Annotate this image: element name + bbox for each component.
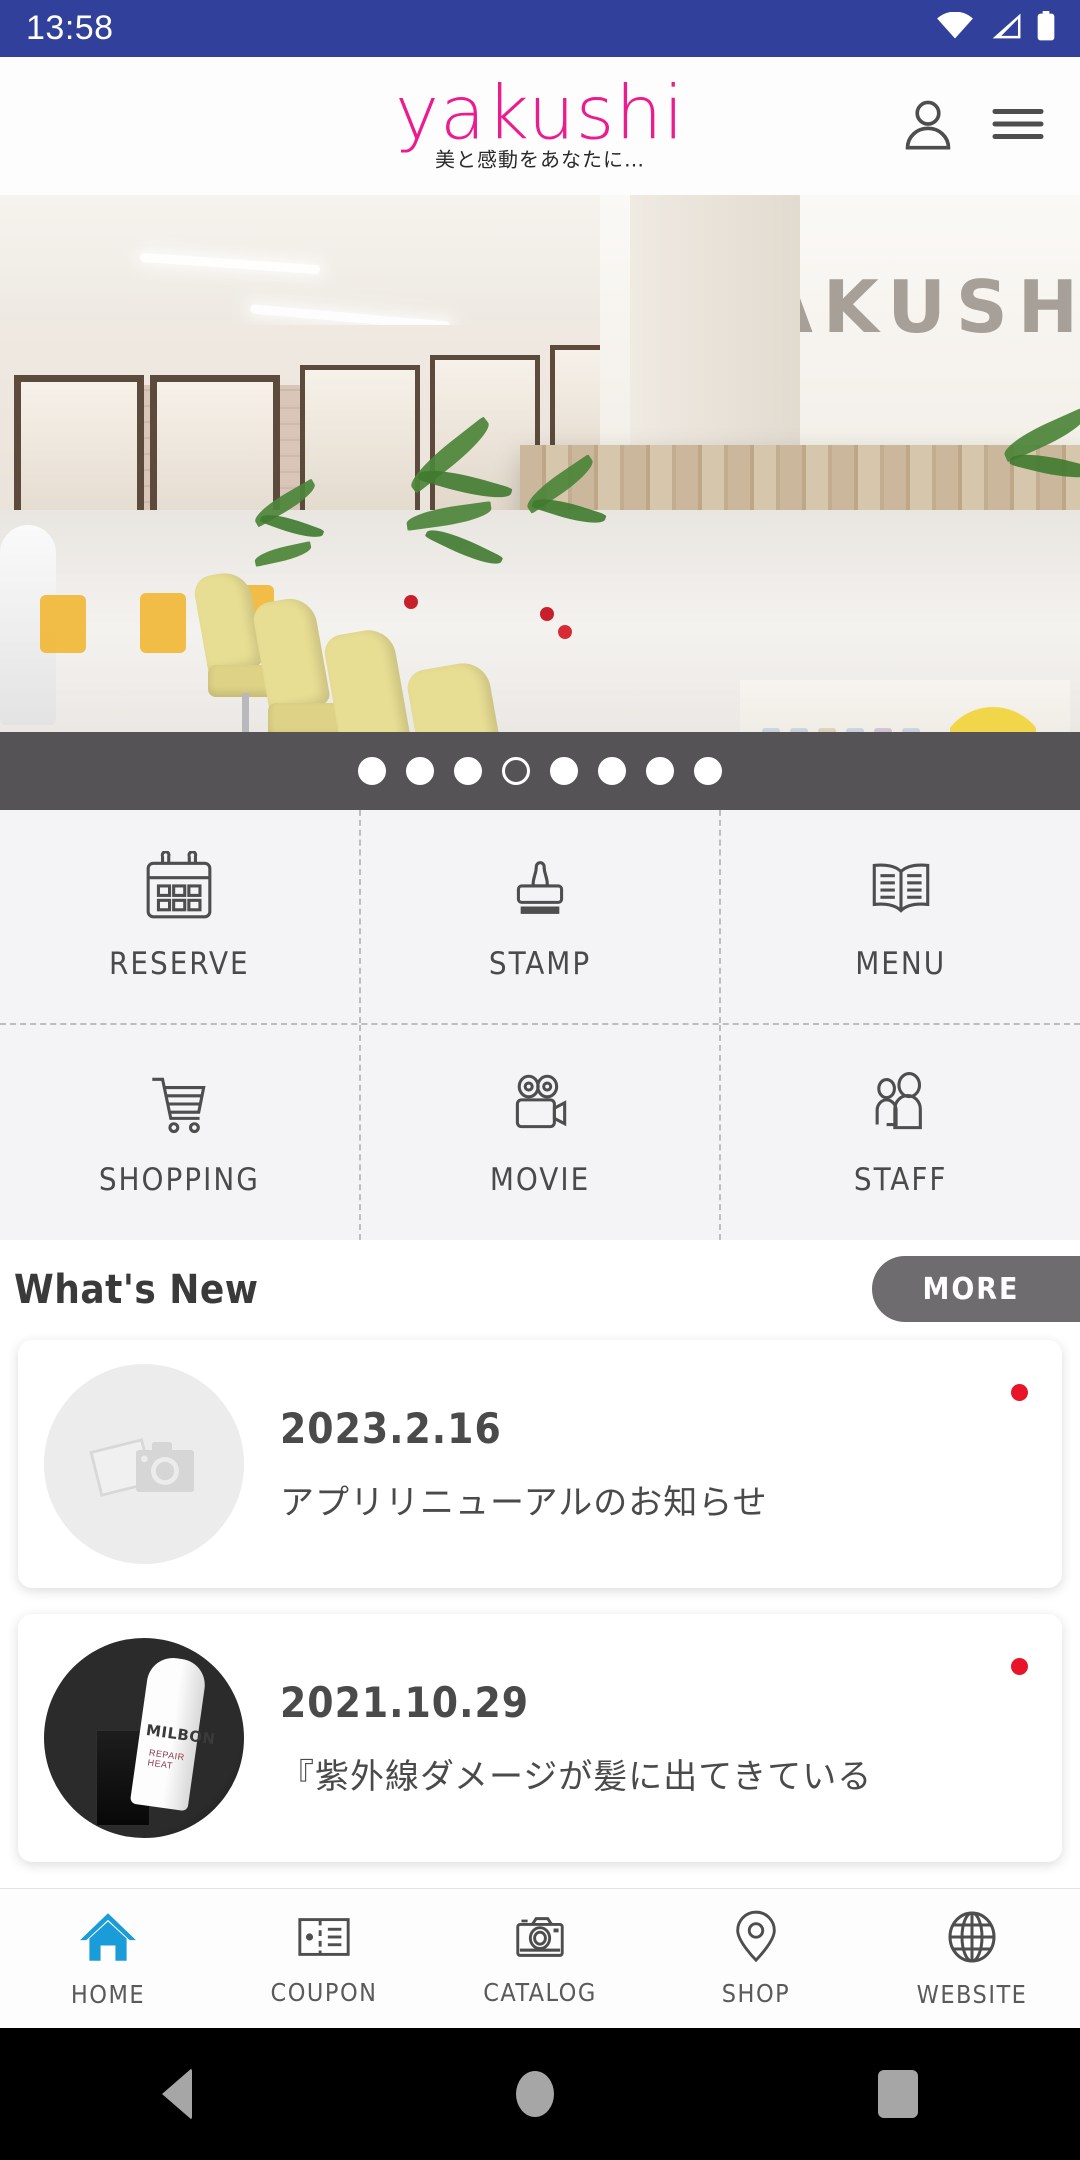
news-thumbnail xyxy=(44,1364,244,1564)
news-date: 2023.2.16 xyxy=(280,1404,502,1453)
nav-item-coupon[interactable]: COUPON xyxy=(216,1911,432,2007)
section-title: What's New xyxy=(14,1267,259,1313)
product-tube: MILBON REPAIR HEAT xyxy=(129,1654,217,1812)
hamburger-menu-icon[interactable] xyxy=(990,101,1046,152)
news-body: 2023.2.16 アプリリニューアルのお知らせ xyxy=(244,1404,768,1524)
whats-new-header: What's New MORE xyxy=(0,1240,1080,1340)
news-date: 2021.10.29 xyxy=(280,1678,530,1727)
app-header: yakushi 美と感動をあなたに… xyxy=(0,57,1080,195)
wifi-icon xyxy=(936,11,974,45)
home-circle-icon[interactable] xyxy=(516,2071,554,2117)
nav-label: SHOP xyxy=(721,1978,791,2008)
unread-indicator-dot xyxy=(1011,1658,1028,1675)
product-brand: MILBON xyxy=(144,1720,217,1749)
product-brand-sub: REPAIR HEAT xyxy=(147,1747,186,1771)
hero-photo: YAKUSH xyxy=(0,195,1080,810)
hero-carousel[interactable]: YAKUSH xyxy=(0,195,1080,810)
carousel-dot[interactable] xyxy=(598,757,626,785)
grid-item-reserve[interactable]: RESERVE xyxy=(0,810,359,1023)
nav-item-website[interactable]: WEBSITE xyxy=(864,1909,1080,2009)
grid-menu: RESERVE STAMP MENU SHOPPING MOVIE STAFF xyxy=(0,810,1080,1240)
battery-icon xyxy=(1036,11,1056,46)
carousel-dot[interactable] xyxy=(646,757,674,785)
grid-item-label: RESERVE xyxy=(108,946,250,982)
status-bar: 13:58 xyxy=(0,0,1080,57)
map-pin-icon xyxy=(729,1910,783,1969)
carousel-dot-active[interactable] xyxy=(502,757,530,785)
nav-label: WEBSITE xyxy=(916,1979,1028,2009)
nav-item-shop[interactable]: SHOP xyxy=(648,1910,864,2008)
news-list: 2023.2.16 アプリリニューアルのお知らせ MILBON REPAIR H… xyxy=(0,1340,1080,1862)
grid-item-menu[interactable]: MENU xyxy=(719,810,1080,1023)
back-triangle-icon[interactable] xyxy=(162,2068,192,2120)
grid-item-label: MENU xyxy=(855,946,947,982)
camera-icon xyxy=(511,1911,569,1968)
people-icon xyxy=(864,1067,938,1146)
coupon-ticket-icon xyxy=(295,1911,353,1968)
stamp-icon xyxy=(503,851,577,930)
news-text: アプリリニューアルのお知らせ xyxy=(280,1483,768,1523)
cellular-signal-icon xyxy=(988,12,1022,45)
carousel-dot[interactable] xyxy=(358,757,386,785)
image-placeholder-icon xyxy=(89,1438,194,1497)
nav-label: COUPON xyxy=(270,1977,378,2007)
open-book-icon xyxy=(864,851,938,930)
bottom-navigation: HOME COUPON CATALOG SHOP WEBSITE xyxy=(0,1888,1080,2028)
recents-square-icon[interactable] xyxy=(878,2070,918,2118)
android-system-nav xyxy=(0,2028,1080,2160)
header-actions xyxy=(900,96,1080,157)
grid-menu-row-1: RESERVE STAMP MENU xyxy=(0,810,1080,1025)
grid-item-label: MOVIE xyxy=(489,1162,591,1198)
person-icon[interactable] xyxy=(900,96,956,157)
calendar-icon xyxy=(142,850,216,930)
grid-item-label: STAMP xyxy=(488,946,592,982)
grid-item-staff[interactable]: STAFF xyxy=(719,1025,1080,1240)
carousel-dot[interactable] xyxy=(550,757,578,785)
news-text: 『紫外線ダメージが髪に出てきている xyxy=(280,1757,873,1797)
logo-tagline: 美と感動をあなたに… xyxy=(435,147,645,172)
news-card[interactable]: 2023.2.16 アプリリニューアルのお知らせ xyxy=(18,1340,1062,1588)
nav-item-catalog[interactable]: CATALOG xyxy=(432,1911,648,2007)
movie-camera-icon xyxy=(503,1067,577,1146)
grid-item-label: SHOPPING xyxy=(98,1162,260,1198)
nav-label: CATALOG xyxy=(483,1977,597,2007)
logo-text: yakushi xyxy=(395,70,685,157)
news-thumbnail: MILBON REPAIR HEAT xyxy=(44,1638,244,1838)
news-card[interactable]: MILBON REPAIR HEAT 2021.10.29 『紫外線ダメージが髪… xyxy=(18,1614,1062,1862)
news-body: 2021.10.29 『紫外線ダメージが髪に出てきている xyxy=(244,1678,872,1798)
unread-indicator-dot xyxy=(1011,1384,1028,1401)
status-icons xyxy=(936,11,1056,46)
home-icon xyxy=(77,1909,139,1970)
grid-item-movie[interactable]: MOVIE xyxy=(358,1025,720,1240)
status-time: 13:58 xyxy=(26,9,114,47)
carousel-dot[interactable] xyxy=(694,757,722,785)
globe-icon xyxy=(944,1909,1000,1970)
grid-item-label: STAFF xyxy=(853,1162,948,1198)
carousel-dot[interactable] xyxy=(406,757,434,785)
carousel-dots[interactable] xyxy=(0,732,1080,810)
grid-item-stamp[interactable]: STAMP xyxy=(358,810,720,1023)
grid-menu-row-2: SHOPPING MOVIE STAFF xyxy=(0,1025,1080,1240)
nav-label: HOME xyxy=(70,1979,146,2009)
more-button[interactable]: MORE xyxy=(872,1256,1080,1322)
nav-item-home[interactable]: HOME xyxy=(0,1909,216,2009)
shopping-cart-icon xyxy=(142,1067,216,1146)
grid-item-shopping[interactable]: SHOPPING xyxy=(0,1025,359,1240)
carousel-dot[interactable] xyxy=(454,757,482,785)
